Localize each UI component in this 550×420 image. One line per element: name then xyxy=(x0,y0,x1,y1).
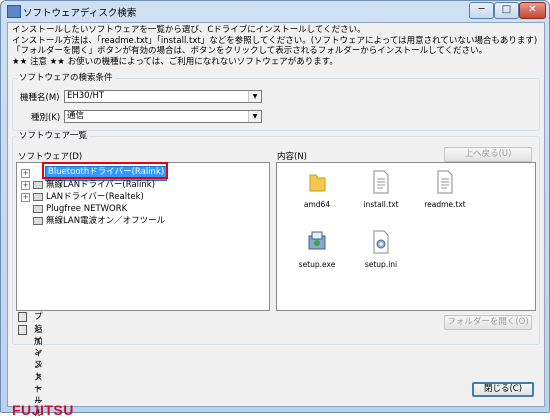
expand-icon[interactable]: + xyxy=(21,181,30,190)
client-area: インストールしたいソフトウェアを一覧から選び、Cドライブにインストールしてくださ… xyxy=(7,22,545,419)
type-value: 通信 xyxy=(67,111,85,121)
file-name: readme.txt xyxy=(424,200,466,209)
model-label: 機種名(M) xyxy=(20,93,60,103)
window-title: ソフトウェアディスク検索 xyxy=(23,8,137,19)
close-button[interactable]: 閉じる(C) xyxy=(472,382,534,397)
fujitsu-logo: FUJITSU xyxy=(12,402,74,418)
software-tree-label: ソフトウェア(D) xyxy=(18,152,83,162)
model-value: EH30/HT xyxy=(67,91,105,101)
file-item[interactable]: install.txt xyxy=(349,169,413,209)
instruction-line: 「フォルダーを開く」ボタンが有効の場合は、ボタンをクリックして表示されるフォルダ… xyxy=(12,46,488,57)
file-item[interactable]: setup.exe xyxy=(285,229,349,269)
highlight-frame xyxy=(42,162,168,179)
settings-file-icon xyxy=(373,230,389,254)
file-item[interactable]: readme.txt xyxy=(413,169,477,209)
model-select[interactable]: EH30/HT ▼ xyxy=(64,90,262,103)
title-bar[interactable]: ソフトウェアディスク検索 ─ □ ✕ xyxy=(1,1,549,21)
file-name: setup.ini xyxy=(364,260,398,269)
file-item[interactable]: setup.ini xyxy=(349,229,413,269)
folder-icon xyxy=(309,174,326,192)
chevron-down-icon[interactable]: ▼ xyxy=(248,111,261,122)
text-file-icon xyxy=(437,170,453,194)
type-select[interactable]: 通信 ▼ xyxy=(64,110,262,123)
maximize-button[interactable]: □ xyxy=(494,2,519,19)
minimize-button[interactable]: ─ xyxy=(469,2,494,19)
search-conditions-legend: ソフトウェアの検索条件 xyxy=(19,73,113,83)
software-tree[interactable]: + Bluetoothドライバー(Ralink) + 無線LANドライバー(Ra… xyxy=(16,162,270,311)
up-button[interactable]: 上へ戻る(U) xyxy=(444,147,532,162)
file-name: install.txt xyxy=(363,200,399,209)
app-icon xyxy=(7,5,21,18)
preinstall-icon xyxy=(18,312,27,322)
folder-icon xyxy=(33,205,43,213)
type-label: 種別(K) xyxy=(31,113,61,123)
content-label: 内容(N) xyxy=(277,152,307,162)
file-item[interactable]: amd64 xyxy=(285,169,349,209)
folder-icon xyxy=(33,181,43,189)
add-install-icon xyxy=(18,325,27,335)
folder-icon xyxy=(33,217,43,225)
folder-icon xyxy=(33,193,43,201)
tree-item-label[interactable]: 無線LANドライバー(Ralink) xyxy=(46,179,155,191)
main-window: ソフトウェアディスク検索 ─ □ ✕ インストールしたいソフトウェアを一覧から選… xyxy=(0,0,550,419)
tree-item-label[interactable]: 無線LAN電波オン／オフツール xyxy=(46,215,165,227)
tree-item-label[interactable]: Plugfree NETWORK xyxy=(46,203,127,215)
software-list-legend: ソフトウェア一覧 xyxy=(19,131,88,141)
content-pane[interactable]: amd64 install.txt readme.txt setup.exe s… xyxy=(276,162,536,311)
instructions: インストールしたいソフトウェアを一覧から選び、Cドライブにインストールしてくださ… xyxy=(12,25,540,67)
file-name: amd64 xyxy=(303,200,331,209)
expand-icon[interactable]: + xyxy=(21,193,30,202)
expand-icon[interactable]: + xyxy=(21,169,30,178)
installer-icon xyxy=(308,231,326,250)
file-name: setup.exe xyxy=(298,260,336,269)
open-folder-button[interactable]: フォルダーを開く(O) xyxy=(444,315,532,330)
chevron-down-icon[interactable]: ▼ xyxy=(248,91,261,102)
text-file-icon xyxy=(373,170,389,194)
instruction-line: インストール方法は、「readme.txt」「install.txt」などを参照… xyxy=(12,35,538,46)
tree-item-label[interactable]: LANドライバー(Realtek) xyxy=(46,191,144,203)
instruction-line: インストールしたいソフトウェアを一覧から選び、Cドライブにインストールしてくださ… xyxy=(12,25,366,35)
close-window-button[interactable]: ✕ xyxy=(519,2,546,19)
instruction-line: ★★ 注意 ★★ お使いの機種によっては、ご利用になれないソフトウェアがあります… xyxy=(12,56,338,67)
